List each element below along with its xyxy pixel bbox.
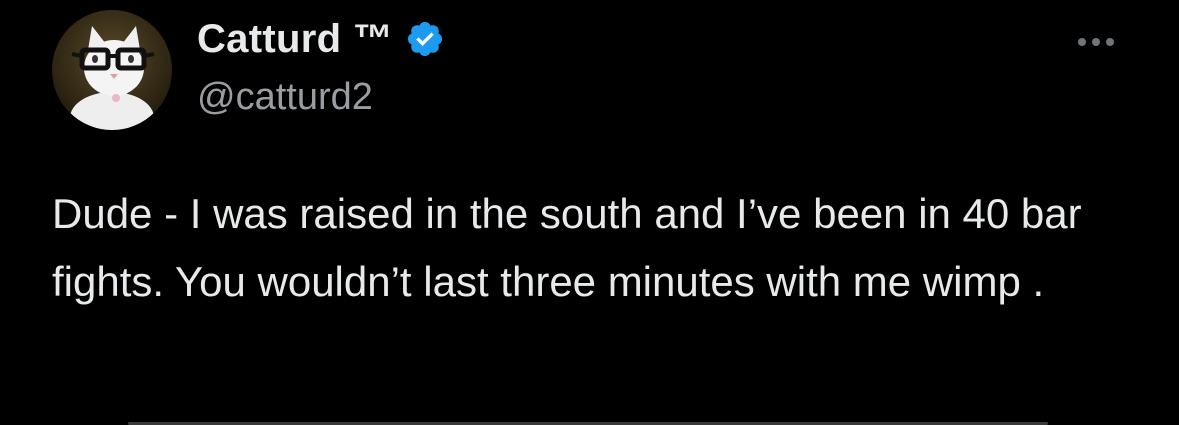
more-horizontal-icon[interactable] — [1066, 24, 1126, 60]
author-handle[interactable]: @catturd2 — [197, 76, 373, 119]
more-dot — [1078, 38, 1086, 46]
more-dot — [1106, 38, 1114, 46]
verified-badge-icon — [407, 21, 443, 57]
tweet: Catturd ™ @catturd2 Dude - I was raised … — [0, 0, 1179, 425]
display-name[interactable]: Catturd ™ — [197, 17, 393, 62]
more-dot — [1092, 38, 1100, 46]
tweet-text: Dude - I was raised in the south and I’v… — [52, 190, 1094, 305]
avatar[interactable] — [52, 10, 172, 130]
author-name-row: Catturd ™ — [197, 14, 445, 64]
cat-avatar-icon — [52, 10, 172, 130]
